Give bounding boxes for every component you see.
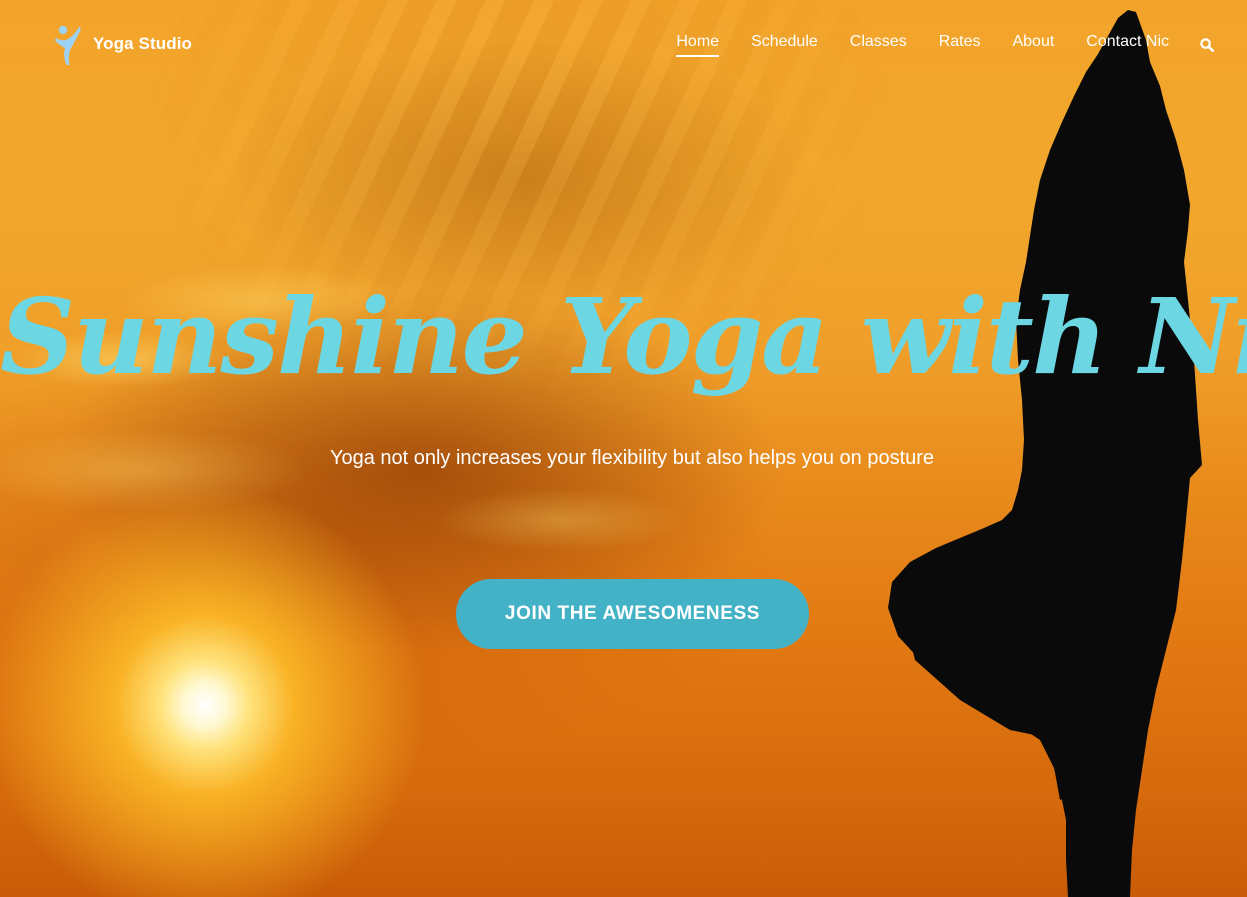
hero-subtitle: Yoga not only increases your flexibility…	[329, 447, 935, 469]
main-nav: Home Schedule Classes Rates About Contac…	[644, 33, 1215, 57]
hero-section: Yoga Studio Home Schedule Classes Rates …	[0, 0, 1247, 897]
nav-item-about[interactable]: About	[1012, 33, 1054, 57]
search-icon[interactable]	[1200, 38, 1215, 53]
nav-item-contact[interactable]: Contact Nic	[1086, 33, 1169, 57]
join-button[interactable]: JOIN THE AWESOMENESS	[456, 579, 809, 649]
site-header: Yoga Studio Home Schedule Classes Rates …	[0, 0, 1247, 90]
site-name: Yoga Studio	[93, 34, 192, 53]
nav-item-home[interactable]: Home	[676, 33, 720, 57]
nav-item-schedule[interactable]: Schedule	[751, 33, 818, 57]
yoga-figure-icon	[52, 22, 84, 66]
hero-title: Sunshine Yoga with Nic	[0, 275, 1247, 398]
nav-item-classes[interactable]: Classes	[850, 33, 907, 57]
site-logo[interactable]: Yoga Studio	[52, 22, 192, 66]
nav-item-rates[interactable]: Rates	[939, 33, 981, 57]
